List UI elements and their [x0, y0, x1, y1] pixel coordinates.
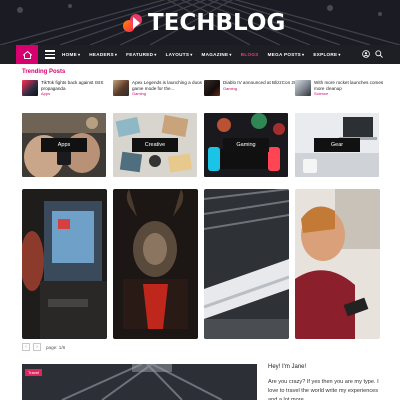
next-page-button[interactable]: › [33, 343, 41, 351]
post-thumbnail[interactable] [204, 80, 220, 96]
category-tile-gaming[interactable]: Gaming [204, 113, 288, 177]
trending-title: Trending Posts [22, 69, 66, 75]
menu-toggle-button[interactable] [45, 50, 55, 59]
nav-item-magazine[interactable]: MAGAZINE▾ [202, 52, 232, 57]
search-icon[interactable] [375, 50, 383, 58]
trending-item[interactable]: TikTok fights back against ISIS propagan… [22, 80, 121, 97]
chevron-down-icon: ▾ [190, 52, 193, 57]
about-text: Are you crazy? If yes then you are my ty… [268, 379, 379, 400]
bottom-featured-post[interactable]: Travel [22, 364, 257, 400]
post-headline[interactable]: Diablo IV announced at BlizzCon 2019 [223, 80, 303, 86]
featured-post-image [113, 189, 198, 339]
post-thumbnail[interactable] [113, 80, 129, 96]
post-category[interactable]: Science [314, 91, 394, 97]
nav-item-mega-posts[interactable]: MEGA POSTS▾ [268, 52, 305, 57]
home-button[interactable] [16, 45, 38, 64]
trending-item[interactable]: With more rocket launches comes more cle… [295, 80, 394, 97]
hamburger-icon [45, 50, 55, 52]
site-logo[interactable]: TECHBLOG [122, 8, 285, 38]
home-icon [22, 50, 32, 59]
prev-page-button[interactable]: ‹ [22, 343, 30, 351]
featured-post-image [204, 189, 289, 339]
featured-post-card[interactable] [204, 189, 289, 339]
featured-post-card[interactable] [295, 189, 380, 339]
main-nav: HOME▾ HEADERS▾ FEATURED▾ LAYOUTS▾ MAGAZI… [0, 45, 400, 64]
user-icon[interactable] [362, 50, 370, 58]
chevron-down-icon: ▾ [338, 52, 341, 57]
featured-post-card[interactable] [22, 189, 107, 339]
site-header: TECHBLOG [0, 0, 400, 45]
category-badge[interactable]: Travel [25, 369, 42, 376]
featured-post-image [295, 189, 380, 339]
post-headline[interactable]: TikTok fights back against ISIS propagan… [41, 80, 121, 91]
post-headline[interactable]: With more rocket launches comes more cle… [314, 80, 394, 91]
featured-post-card[interactable] [113, 189, 198, 339]
chevron-down-icon: ▾ [229, 52, 232, 57]
nav-item-explore[interactable]: EXPLORE▾ [313, 52, 340, 57]
category-tile-gear[interactable]: Gear [295, 113, 379, 177]
chevron-down-icon: ▾ [77, 52, 81, 57]
chevron-down-icon: ▾ [154, 52, 157, 57]
category-label[interactable]: Apps [41, 138, 87, 152]
nav-item-blogs[interactable]: BLOGS [241, 52, 259, 57]
nav-item-headers[interactable]: HEADERS▾ [89, 52, 117, 57]
category-label[interactable]: Gaming [223, 138, 269, 152]
category-label[interactable]: Gear [314, 138, 360, 152]
logo-text: TECHBLOG [148, 10, 286, 36]
post-category[interactable]: Gaming [223, 86, 303, 92]
post-thumbnail[interactable] [295, 80, 311, 96]
nav-item-layouts[interactable]: LAYOUTS▾ [166, 52, 193, 57]
nav-item-featured[interactable]: FEATURED▾ [126, 52, 156, 57]
category-label[interactable]: Creative [132, 138, 178, 152]
pagination: ‹ › page: 1/6 [22, 343, 65, 351]
post-category[interactable]: Gaming [132, 91, 212, 97]
category-tile-apps[interactable]: Apps [22, 113, 106, 177]
trending-item[interactable]: Apex Legends is launching a duos game mo… [113, 80, 212, 97]
about-title: Hey! I'm Jane! [268, 364, 307, 370]
logo-icon [122, 12, 144, 34]
chevron-down-icon: ▾ [114, 52, 118, 57]
nav-item-home[interactable]: HOME▾ [62, 52, 80, 57]
chevron-down-icon: ▾ [302, 52, 305, 57]
trending-item[interactable]: Diablo IV announced at BlizzCon 2019 Gam… [204, 80, 303, 97]
category-tile-creative[interactable]: Creative [113, 113, 197, 177]
page-indicator: page: 1/6 [46, 344, 66, 350]
featured-post-image [22, 189, 107, 339]
post-headline[interactable]: Apex Legends is launching a duos game mo… [132, 80, 212, 91]
nav-menu: HOME▾ HEADERS▾ FEATURED▾ LAYOUTS▾ MAGAZI… [62, 45, 341, 64]
bottom-post-image [22, 364, 257, 400]
post-category[interactable]: Apps [41, 91, 121, 97]
post-thumbnail[interactable] [22, 80, 38, 96]
